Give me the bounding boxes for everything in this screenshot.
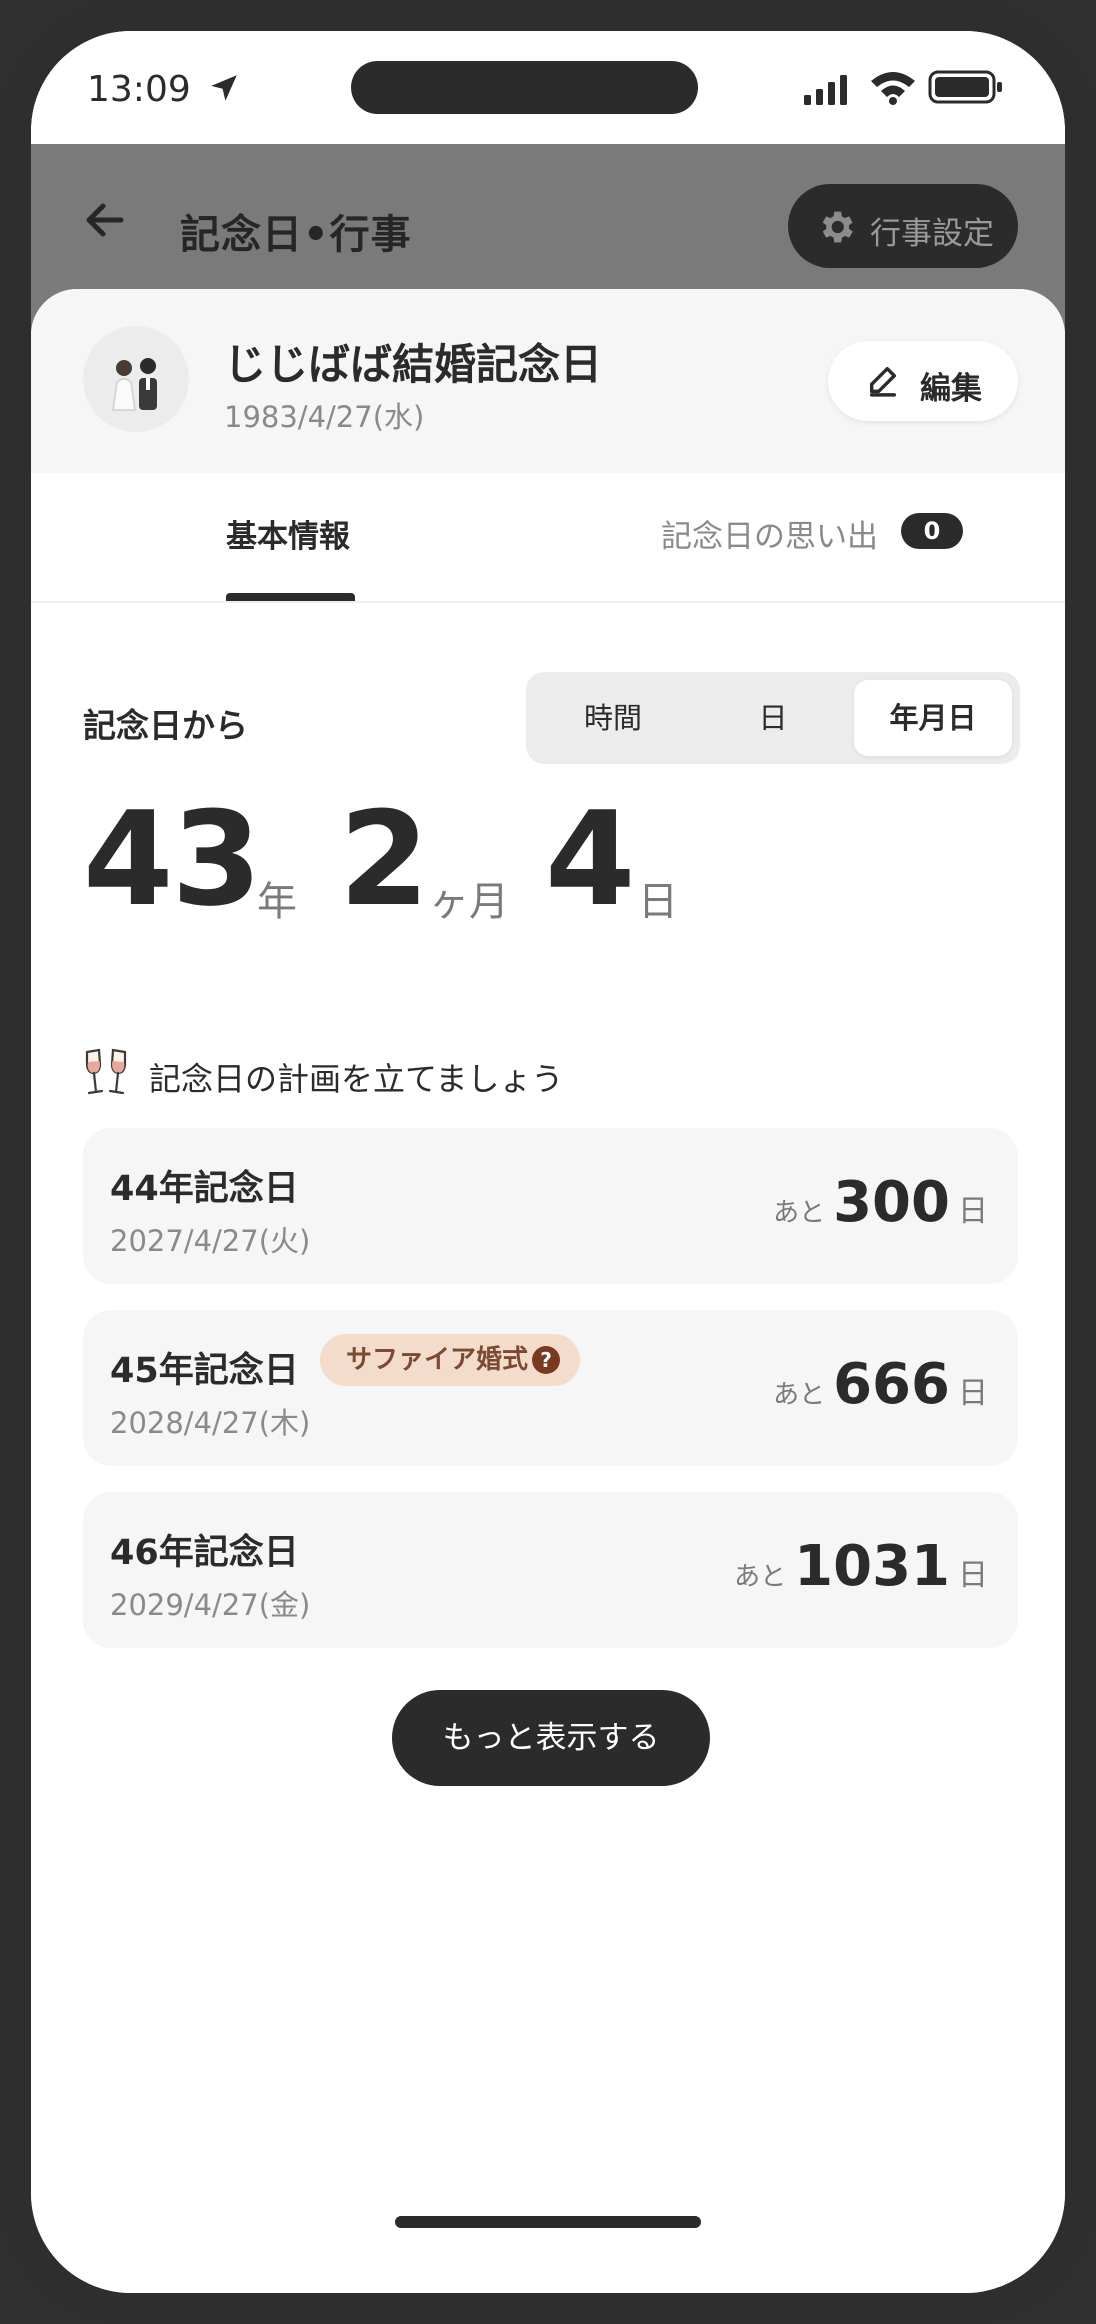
tab-active-indicator [226, 593, 355, 601]
memories-count-badge: 0 [901, 513, 963, 549]
elapsed-months: 2 [339, 783, 429, 935]
dynamic-island [351, 61, 698, 114]
edit-label: 編集 [920, 371, 982, 407]
elapsed-months-unit: ヶ月 [429, 879, 509, 925]
anniversary-title: 46年記念日 [110, 1533, 299, 1573]
anniversary-type-label: サファイア婚式 [346, 1345, 529, 1375]
elapsed-years-unit: 年 [257, 879, 297, 925]
location-arrow-icon [211, 75, 237, 101]
segment-hours[interactable]: 時間 [534, 680, 692, 756]
remaining-days: 1031 [794, 1534, 950, 1599]
show-more-button[interactable]: もっと表示する [392, 1690, 710, 1786]
remaining-days: 666 [833, 1352, 950, 1417]
anniversary-title: 44年記念日 [110, 1169, 299, 1209]
anniversary-remaining: あと 666 日 [773, 1352, 988, 1417]
elapsed-days: 4 [545, 783, 635, 935]
gear-icon [822, 211, 853, 243]
edit-button[interactable]: 編集 [828, 341, 1018, 421]
anniversary-title: 45年記念日 [110, 1351, 299, 1391]
anniversary-date: 2028/4/27(木) [110, 1406, 311, 1440]
home-indicator [395, 2216, 701, 2228]
event-date: 1983/4/27(水) [224, 400, 425, 434]
avatar [83, 326, 189, 432]
tab-bar: 基本情報 記念日の思い出 0 [31, 473, 1065, 603]
segment-days[interactable]: 日 [694, 680, 852, 756]
phone-screen: 13:09 記念日•行事 行事設定 じじばば結婚記念日 1983/4/27(水)… [31, 31, 1065, 2293]
remaining-prefix: あと [734, 1562, 787, 1592]
tab-memories[interactable]: 記念日の思い出 [661, 511, 878, 556]
back-arrow-icon[interactable] [81, 196, 129, 244]
anniversary-card[interactable]: 46年記念日 2029/4/27(金) あと 1031 日 [83, 1492, 1018, 1648]
anniversary-card[interactable]: 44年記念日 2027/4/27(火) あと 300 日 [83, 1128, 1018, 1284]
status-time: 13:09 [87, 69, 191, 110]
status-bar: 13:09 [31, 31, 1065, 144]
signal-icon [804, 75, 847, 105]
couple-avatar-icon [112, 358, 157, 411]
remaining-unit: 日 [958, 1194, 988, 1229]
plan-heading: 記念日の計画を立てましょう [149, 1060, 564, 1098]
page-title: 記念日•行事 [180, 212, 412, 258]
tab-basic-info[interactable]: 基本情報 [226, 511, 350, 556]
elapsed-years: 43 [83, 783, 262, 935]
event-settings-button[interactable]: 行事設定 [788, 184, 1018, 268]
remaining-prefix: あと [773, 1198, 826, 1228]
anniversary-date: 2027/4/27(火) [110, 1224, 311, 1258]
anniversary-date: 2029/4/27(金) [110, 1588, 311, 1622]
segment-ymd[interactable]: 年月日 [854, 680, 1012, 756]
wifi-icon [871, 72, 915, 105]
battery-icon [928, 70, 1002, 104]
champagne-glasses-icon [85, 1048, 127, 1095]
remaining-prefix: あと [773, 1380, 826, 1410]
event-settings-label: 行事設定 [870, 216, 994, 252]
pencil-icon [869, 366, 897, 397]
help-icon[interactable]: ? [532, 1346, 561, 1374]
anniversary-remaining: あと 1031 日 [734, 1534, 988, 1599]
remaining-unit: 日 [958, 1558, 988, 1593]
unit-segmented-control: 時間 日 年月日 [526, 672, 1020, 764]
anniversary-card[interactable]: 45年記念日 サファイア婚式 ? 2028/4/27(木) あと 666 日 [83, 1310, 1018, 1466]
elapsed-days-unit: 日 [638, 879, 678, 925]
anniversary-type-badge[interactable]: サファイア婚式 ? [320, 1334, 581, 1386]
detail-sheet: じじばば結婚記念日 1983/4/27(水) 編集 基本情報 記念日の思い出 0… [31, 289, 1065, 2293]
remaining-unit: 日 [958, 1376, 988, 1411]
anniversary-remaining: あと 300 日 [773, 1170, 988, 1235]
since-label: 記念日から [83, 706, 248, 745]
remaining-days: 300 [833, 1170, 950, 1235]
event-summary: じじばば結婚記念日 1983/4/27(水) 編集 [31, 289, 1065, 473]
event-name: じじばば結婚記念日 [224, 340, 603, 389]
